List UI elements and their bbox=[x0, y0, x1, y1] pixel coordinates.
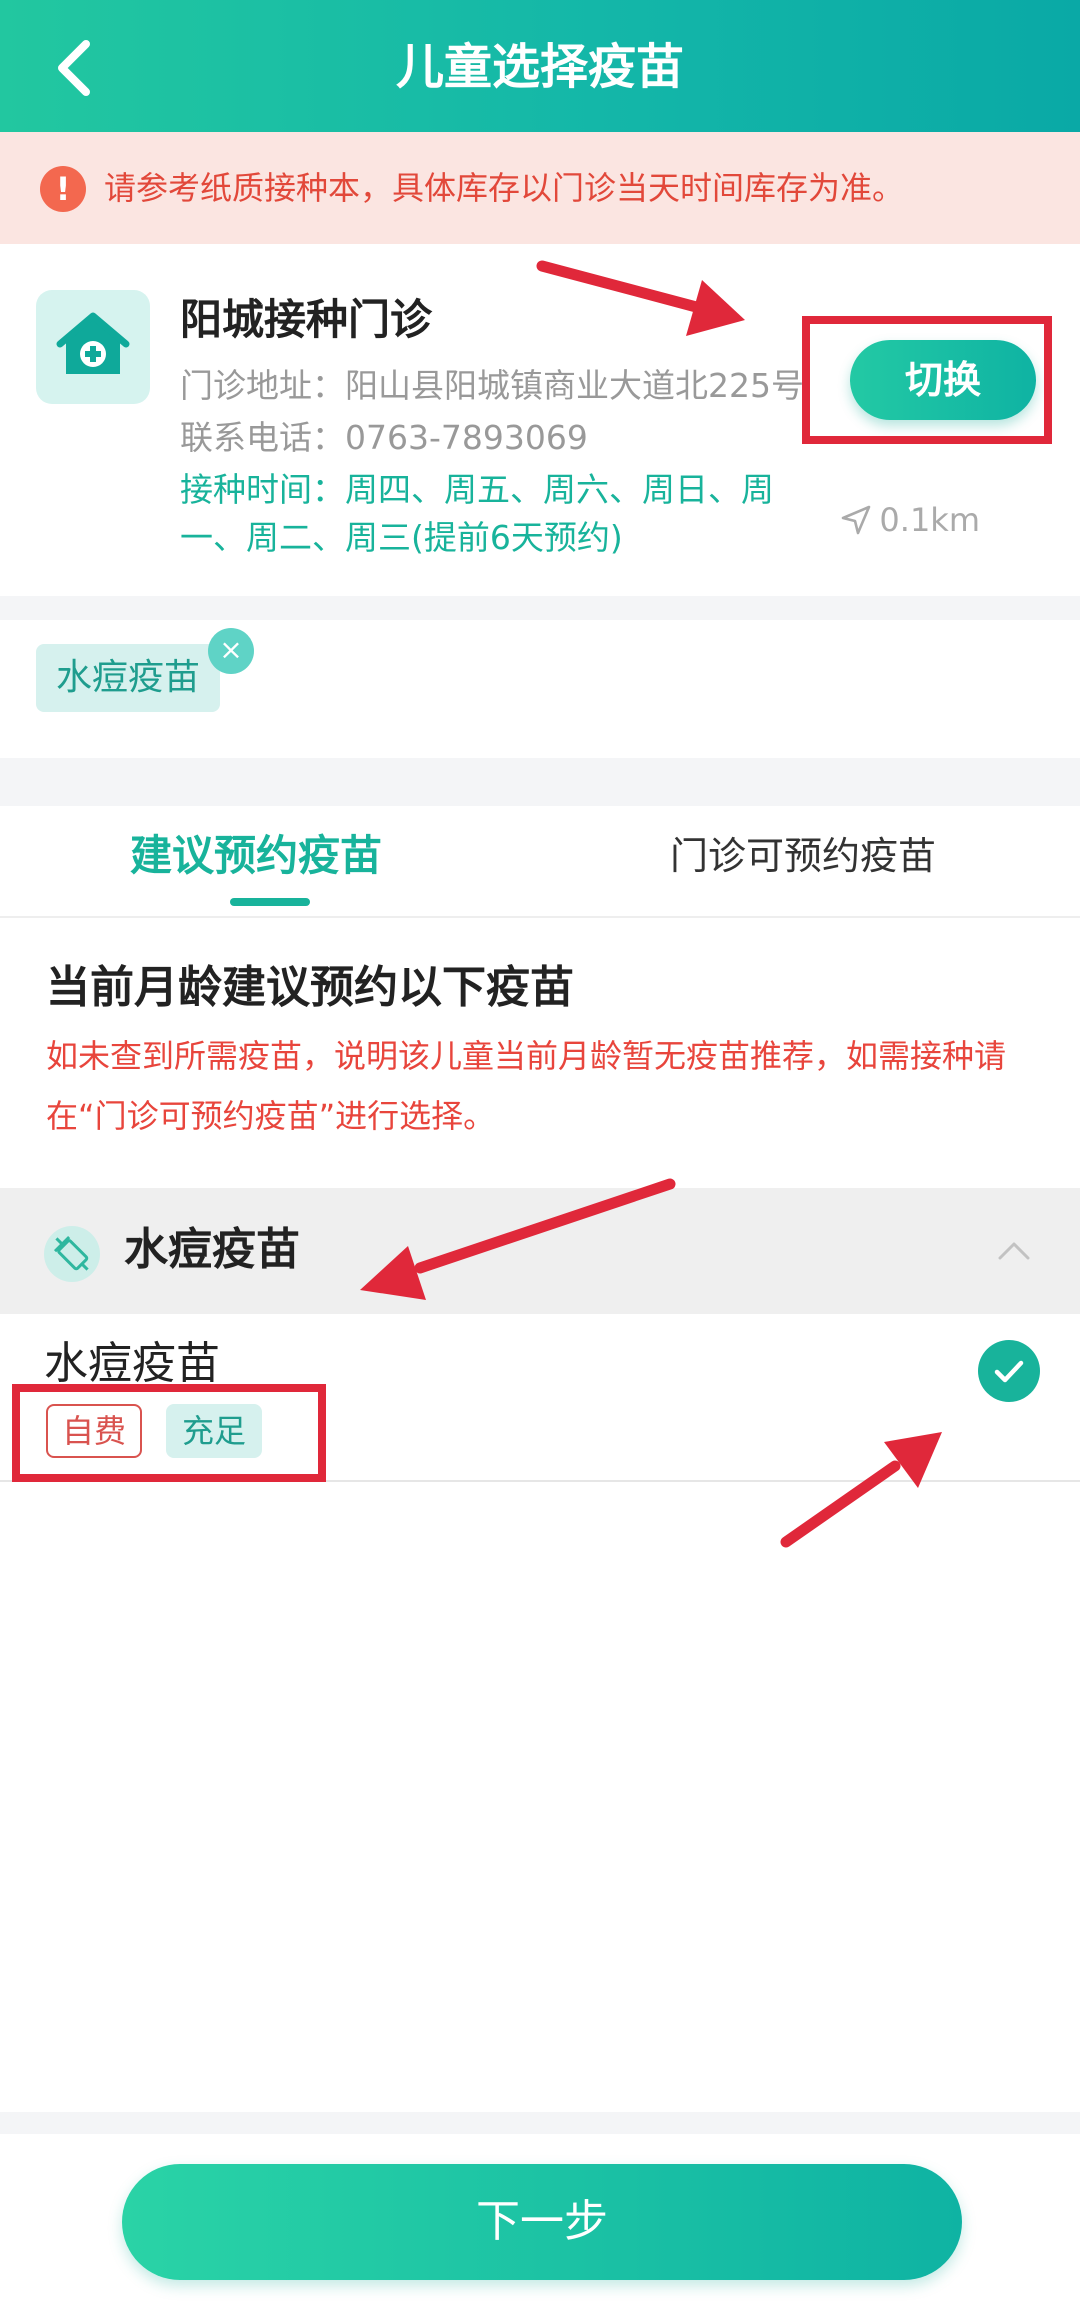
empty-area bbox=[0, 1482, 1080, 2112]
recommend-title: 当前月龄建议预约以下疫苗 bbox=[46, 962, 574, 1013]
distance-text: 0.1km bbox=[879, 501, 980, 539]
clinic-logo-icon bbox=[36, 290, 150, 404]
recommend-section: 当前月龄建议预约以下疫苗 如未查到所需疫苗，说明该儿童当前月龄暂无疫苗推荐，如需… bbox=[0, 918, 1080, 1188]
tab-active-indicator bbox=[230, 898, 310, 906]
next-step-button[interactable]: 下一步 bbox=[122, 2164, 962, 2280]
clinic-address: 门诊地址：阳山县阳城镇商业大道北225号 bbox=[180, 366, 804, 405]
tab-bar: 建议预约疫苗 门诊可预约疫苗 bbox=[0, 806, 1080, 918]
clinic-hours: 接种时间：周四、周五、周六、周日、周一、周二、周三(提前6天预约) bbox=[180, 470, 774, 557]
warning-icon: ! bbox=[40, 166, 86, 212]
distance-info: 0.1km bbox=[839, 500, 980, 540]
annotation-box-tags bbox=[12, 1384, 326, 1482]
vaccine-group-header[interactable]: 水痘疫苗 bbox=[0, 1188, 1080, 1314]
page-title: 儿童选择疫苗 bbox=[395, 39, 684, 95]
notice-banner: ! 请参考纸质接种本，具体库存以门诊当天时间库存为准。 bbox=[0, 132, 1080, 244]
notice-text: 请参考纸质接种本，具体库存以门诊当天时间库存为准。 bbox=[104, 169, 905, 207]
tab-clinic-available[interactable]: 门诊可预约疫苗 bbox=[670, 806, 936, 918]
annotation-box-switch bbox=[802, 316, 1052, 444]
clinic-name: 阳城接种门诊 bbox=[180, 295, 433, 344]
header-bar: 儿童选择疫苗 bbox=[0, 0, 1080, 132]
footer-bar: 下一步 bbox=[0, 2134, 1080, 2324]
selected-vaccine-section: 水痘疫苗 × bbox=[0, 620, 1080, 758]
syringe-icon bbox=[44, 1226, 100, 1282]
chip-close-icon[interactable]: × bbox=[208, 628, 254, 674]
selected-check-icon[interactable] bbox=[978, 1340, 1040, 1402]
clinic-phone: 联系电话：0763-7893069 bbox=[180, 418, 588, 457]
chevron-up-icon bbox=[998, 1242, 1030, 1260]
recommend-description: 如未查到所需疫苗，说明该儿童当前月龄暂无疫苗推荐，如需接种请在“门诊可预约疫苗”… bbox=[46, 1037, 1007, 1135]
navigation-icon bbox=[842, 505, 871, 535]
vaccine-group-title: 水痘疫苗 bbox=[124, 1224, 300, 1275]
selected-vaccine-chip[interactable]: 水痘疫苗 bbox=[36, 644, 221, 712]
